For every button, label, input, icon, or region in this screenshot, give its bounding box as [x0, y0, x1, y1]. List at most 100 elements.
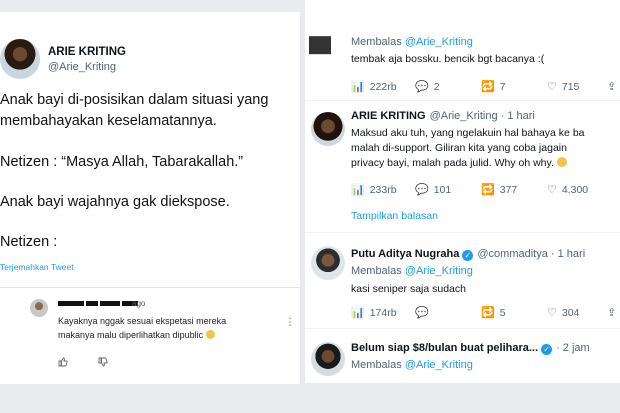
reply-actions: 📊 233rb 💬 101 🔁 377 ♡ 4.300	[351, 183, 607, 197]
analytics-icon: 📊	[351, 307, 365, 319]
replying-label: Membalas	[351, 36, 402, 48]
comment-line-1: Kayaknya nggak sesuai ekspetasi mereka	[58, 316, 227, 326]
author-name[interactable]: ARIE KRITING	[351, 110, 426, 122]
verified-badge-icon: ✓	[541, 344, 553, 355]
heart-icon: ♡	[547, 184, 557, 196]
views-count: 222rb	[369, 80, 397, 93]
retweet-icon: 🔁	[481, 81, 495, 93]
comment-icon: 💬	[415, 81, 429, 93]
views-count: 233rb	[369, 183, 397, 196]
retweet-icon: 🔁	[481, 184, 495, 196]
tweet-line-3: Netizen : “Masya Allah, Tabarakallah.”	[0, 154, 244, 170]
reply-line-1: Maksud aku tuh, yang ngelakuin hal bahay…	[351, 127, 585, 139]
thumbs-down-icon[interactable]	[98, 357, 108, 370]
replying-to: Membalas @Arie_Kriting	[351, 264, 473, 279]
share-button[interactable]: ⇪	[607, 306, 620, 319]
like-button[interactable]: ♡ 4.300	[547, 183, 607, 197]
author-name[interactable]: Putu Aditya Nugraha	[351, 248, 459, 260]
mention-link[interactable]: @Arie_Kriting	[405, 265, 473, 277]
avatar[interactable]	[311, 112, 345, 146]
reply-button[interactable]: 💬 101	[415, 183, 481, 197]
tweet-line-1: Anak bayi di-posisikan dalam situasi yan…	[0, 92, 269, 108]
verified-badge-icon: ✓	[462, 250, 474, 261]
replying-label: Membalas	[351, 265, 402, 277]
author-handle[interactable]: @commaditya · 1 hari	[477, 248, 585, 260]
retweet-count: 7	[499, 80, 506, 93]
emoji-icon	[205, 330, 215, 339]
retweet-button[interactable]: 🔁 7	[481, 80, 547, 94]
like-count: 304	[561, 306, 580, 319]
like-button[interactable]: ♡ 304	[547, 306, 607, 320]
comment-line-2: makanya malu diperlihatkan dipublic	[58, 330, 204, 340]
share-icon: ⇪	[607, 81, 617, 93]
reply-text: kasi seniper saja sudach	[351, 283, 466, 295]
reply-count: 2	[433, 80, 440, 93]
tweet-line-5: Netizen :	[0, 234, 58, 250]
divider	[0, 287, 300, 288]
views-button[interactable]: 📊 174rb	[351, 306, 415, 320]
right-replies-panel: Membalas @Arie_Kriting tembak aja bossku…	[305, 0, 620, 383]
left-tweet-panel: ARIE KRITING @Arie_Kriting Anak bayi di-…	[0, 12, 300, 384]
reply-button[interactable]: 💬 2	[415, 80, 481, 94]
views-count: 174rb	[369, 306, 397, 319]
more-options-icon[interactable]: ⋮	[285, 317, 295, 328]
like-count: 715	[561, 80, 580, 93]
author-name[interactable]: Belum siap $8/bulan buat pelihara...	[351, 342, 538, 354]
author-name[interactable]: ARIE KRITING	[48, 46, 126, 58]
retweet-button[interactable]: 🔁 5	[481, 306, 547, 320]
divider	[305, 100, 620, 101]
author-handle[interactable]: @Arie_Kriting	[48, 61, 126, 73]
comment-icon: 💬	[415, 307, 429, 319]
translate-tweet-link[interactable]: Terjemahkan Tweet	[0, 262, 74, 272]
tweet-header: ARIE KRITING @Arie_Kriting	[0, 39, 126, 79]
share-button[interactable]: ⇪	[607, 80, 620, 93]
avatar[interactable]	[0, 39, 40, 79]
show-replies-link[interactable]: Tampilkan balasan	[351, 210, 438, 222]
comment-time: ago	[132, 299, 146, 308]
comment-icon: 💬	[415, 184, 429, 196]
commenter-avatar	[30, 299, 48, 317]
thinking-emoji-icon	[556, 157, 567, 167]
author-handle[interactable]: @Arie_Kriting · 1 hari	[430, 110, 535, 122]
views-button[interactable]: 📊 222rb	[351, 80, 415, 94]
avatar[interactable]	[311, 342, 345, 376]
author-block: ARIE KRITING @Arie_Kriting	[40, 46, 126, 73]
retweet-icon: 🔁	[481, 307, 495, 319]
thumbs-up-icon[interactable]	[58, 357, 68, 370]
share-icon: ⇪	[607, 307, 617, 319]
reply-actions: 📊 174rb 💬 🔁 5 ♡ 304 ⇪	[351, 306, 620, 320]
replying-to: Membalas @Arie_Kriting	[351, 35, 473, 50]
like-button[interactable]: ♡ 715	[547, 80, 607, 94]
post-time: · 2 jam	[556, 342, 590, 354]
retweet-button[interactable]: 🔁 377	[481, 183, 547, 197]
tweet-line-2: membahayakan keselamatannya.	[0, 113, 217, 129]
comment-line-2-wrap: makanya malu diperlihatkan dipublic	[58, 328, 226, 342]
retweet-count: 5	[499, 306, 506, 319]
redacted-username	[58, 301, 142, 308]
reply-text: tembak aja bossku. bencik bgt bacanya :(	[351, 53, 545, 65]
heart-icon: ♡	[547, 81, 557, 93]
reply-author: Belum siap $8/bulan buat pelihara... ✓ · 2…	[351, 342, 590, 355]
tweet-line-4: Anak bayi wajahnya gak diekspose.	[0, 194, 230, 210]
avatar[interactable]	[309, 30, 331, 70]
reply-author: Putu Aditya Nugraha ✓ @commaditya · 1 hari	[351, 248, 585, 261]
replying-to: Membalas @Arie_Kriting	[351, 358, 473, 373]
reply-button[interactable]: 💬	[415, 306, 481, 319]
like-count: 4.300	[561, 183, 589, 196]
heart-icon: ♡	[547, 307, 557, 319]
mention-link[interactable]: @Arie_Kriting	[405, 359, 473, 371]
retweet-count: 377	[499, 183, 518, 196]
avatar[interactable]	[311, 246, 345, 280]
reply-line-3: privacy bayi, malah pada julid. Why oh w…	[351, 157, 554, 169]
mention-link[interactable]: @Arie_Kriting	[405, 36, 473, 48]
reply-actions: 📊 222rb 💬 2 🔁 7 ♡ 715 ⇪	[351, 80, 620, 94]
views-button[interactable]: 📊 233rb	[351, 183, 415, 197]
comment-actions	[58, 357, 108, 370]
reply-line-2: malah di-support. Giliran kita yang coba…	[351, 142, 567, 154]
divider	[305, 328, 620, 329]
analytics-icon: 📊	[351, 184, 365, 196]
reply-author: ARIE KRITING @Arie_Kriting · 1 hari	[351, 110, 535, 122]
analytics-icon: 📊	[351, 81, 365, 93]
reply-line-3-wrap: privacy bayi, malah pada julid. Why oh w…	[351, 156, 567, 171]
divider	[305, 232, 620, 233]
